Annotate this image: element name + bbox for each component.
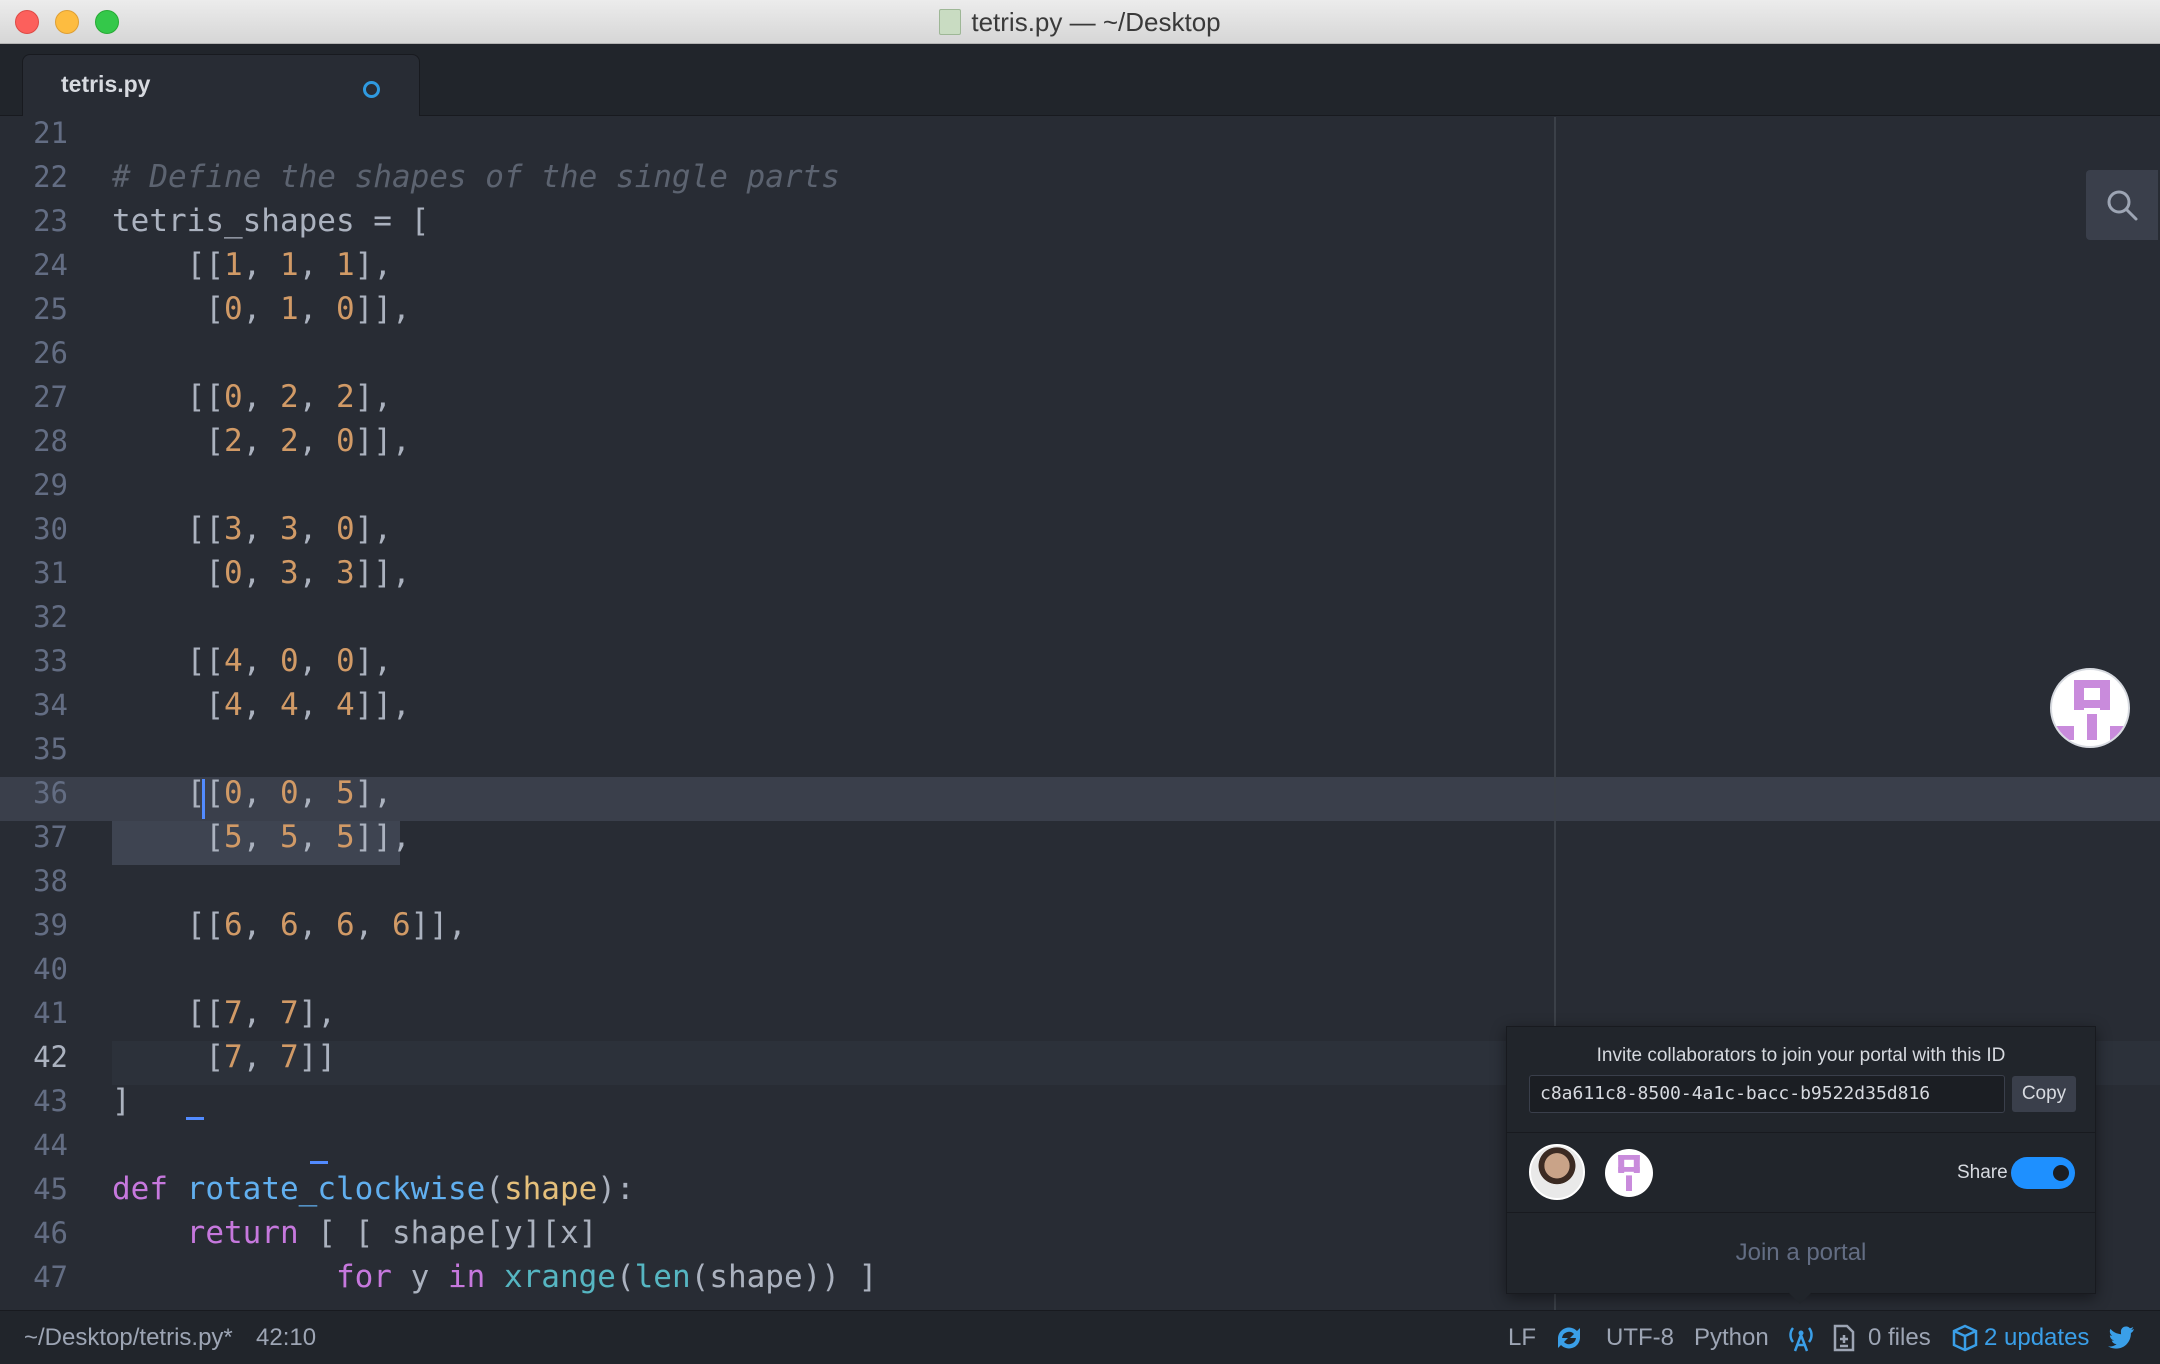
teletype-portal-avatar-icon <box>1618 1155 1640 1191</box>
line-ending-selector[interactable]: LF <box>1508 1311 1536 1364</box>
line-number[interactable]: 41 <box>0 991 100 1035</box>
share-toggle[interactable] <box>2011 1157 2075 1189</box>
encoding-selector[interactable]: UTF-8 <box>1606 1311 1674 1364</box>
line-number[interactable]: 39 <box>0 903 100 947</box>
join-portal-button[interactable]: Join a portal <box>1507 1239 2095 1267</box>
copy-button[interactable]: Copy <box>2012 1076 2076 1112</box>
find-button[interactable] <box>2086 170 2158 240</box>
code-line[interactable]: [2, 2, 0]], <box>112 419 410 463</box>
code-line[interactable]: return [ [ shape[y][x] <box>112 1211 598 1255</box>
line-number[interactable]: 44 <box>0 1123 100 1167</box>
line-number[interactable]: 29 <box>0 463 100 507</box>
python-file-icon <box>939 9 962 35</box>
line-number[interactable]: 21 <box>0 111 100 155</box>
portal-host-avatar[interactable] <box>2050 668 2130 748</box>
host-user-avatar <box>1529 1144 1585 1200</box>
status-bar: ~/Desktop/tetris.py* 42:10 LF UTF-8 Pyth… <box>0 1310 2160 1364</box>
text-cursor <box>202 779 205 819</box>
code-line[interactable]: def rotate_clockwise(shape): <box>112 1167 635 1211</box>
code-line[interactable]: [[0, 0, 5], <box>112 771 392 815</box>
line-number[interactable]: 45 <box>0 1167 100 1211</box>
guest-avatar <box>1605 1149 1653 1197</box>
twitter-bird-icon[interactable] <box>2106 1323 2136 1353</box>
code-line[interactable]: [0, 1, 0]], <box>112 287 410 331</box>
code-line[interactable]: [7, 7]] <box>112 1035 336 1079</box>
line-number[interactable]: 33 <box>0 639 100 683</box>
line-number[interactable]: 42 <box>0 1035 100 1079</box>
line-number[interactable]: 43 <box>0 1079 100 1123</box>
line-number[interactable]: 27 <box>0 375 100 419</box>
modified-indicator-icon[interactable] <box>363 81 380 98</box>
code-line[interactable]: [[6, 6, 6, 6]], <box>112 903 467 947</box>
line-number[interactable]: 28 <box>0 419 100 463</box>
code-line[interactable]: [[0, 2, 2], <box>112 375 392 419</box>
line-number[interactable]: 22 <box>0 155 100 199</box>
divider <box>1507 1212 2095 1213</box>
popover-caret <box>1788 1292 1812 1304</box>
cursor-position[interactable]: 42:10 <box>256 1311 316 1364</box>
grammar-selector[interactable]: Python <box>1694 1311 1769 1364</box>
bracket-match-underline <box>186 1117 204 1120</box>
code-line[interactable]: [[7, 7], <box>112 991 336 1035</box>
code-line[interactable]: tetris_shapes = [ <box>112 199 429 243</box>
line-number[interactable]: 37 <box>0 815 100 859</box>
code-line[interactable]: [[4, 0, 0], <box>112 639 392 683</box>
divider <box>1507 1132 2095 1133</box>
line-number[interactable]: 36 <box>0 771 100 815</box>
package-updates-link[interactable]: 2 updates <box>1984 1311 2089 1364</box>
share-label: Share <box>1957 1162 2008 1183</box>
line-number[interactable]: 38 <box>0 859 100 903</box>
line-number[interactable]: 25 <box>0 287 100 331</box>
line-number[interactable]: 35 <box>0 727 100 771</box>
search-icon <box>2107 190 2138 221</box>
code-line[interactable]: for y in xrange(len(shape)) ] <box>112 1255 877 1299</box>
window-title: tetris.py — ~/Desktop <box>971 6 1221 37</box>
line-number[interactable]: 31 <box>0 551 100 595</box>
code-line[interactable]: [[3, 3, 0], <box>112 507 392 551</box>
github-files-status[interactable]: 0 files <box>1868 1311 1931 1364</box>
code-line[interactable]: [4, 4, 4]], <box>112 683 410 727</box>
package-icon <box>1950 1323 1980 1353</box>
line-number[interactable]: 30 <box>0 507 100 551</box>
line-number[interactable]: 23 <box>0 199 100 243</box>
tab-tetris-py[interactable]: tetris.py <box>22 54 420 116</box>
line-number[interactable]: 24 <box>0 243 100 287</box>
line-number[interactable]: 47 <box>0 1255 100 1299</box>
file-path[interactable]: ~/Desktop/tetris.py* <box>24 1311 233 1364</box>
sync-icon[interactable] <box>1552 1323 1586 1353</box>
title-bar: tetris.py — ~/Desktop <box>0 0 2160 44</box>
tab-label: tetris.py <box>61 71 151 97</box>
code-line[interactable]: [5, 5, 5]], <box>112 815 410 859</box>
line-number[interactable]: 40 <box>0 947 100 991</box>
teletype-portal-popover: Invite collaborators to join your portal… <box>1506 1026 2096 1294</box>
tab-bar: tetris.py <box>0 44 2160 116</box>
code-line[interactable]: # Define the shapes of the single parts <box>112 155 840 199</box>
portal-id-field[interactable]: c8a611c8-8500-4a1c-bacc-b9522d35d816 <box>1529 1075 2005 1113</box>
code-line[interactable]: [[1, 1, 1], <box>112 243 392 287</box>
file-diff-icon <box>1832 1323 1856 1353</box>
bracket-match-underline <box>310 1161 328 1164</box>
line-number[interactable]: 46 <box>0 1211 100 1255</box>
invite-text: Invite collaborators to join your portal… <box>1596 1045 2006 1066</box>
code-line[interactable]: [0, 3, 3]], <box>112 551 410 595</box>
code-line[interactable]: ] <box>112 1079 131 1123</box>
line-number[interactable]: 32 <box>0 595 100 639</box>
line-number[interactable]: 26 <box>0 331 100 375</box>
toggle-knob <box>2053 1165 2069 1181</box>
line-number[interactable]: 34 <box>0 683 100 727</box>
broadcast-icon[interactable] <box>1786 1323 1816 1353</box>
